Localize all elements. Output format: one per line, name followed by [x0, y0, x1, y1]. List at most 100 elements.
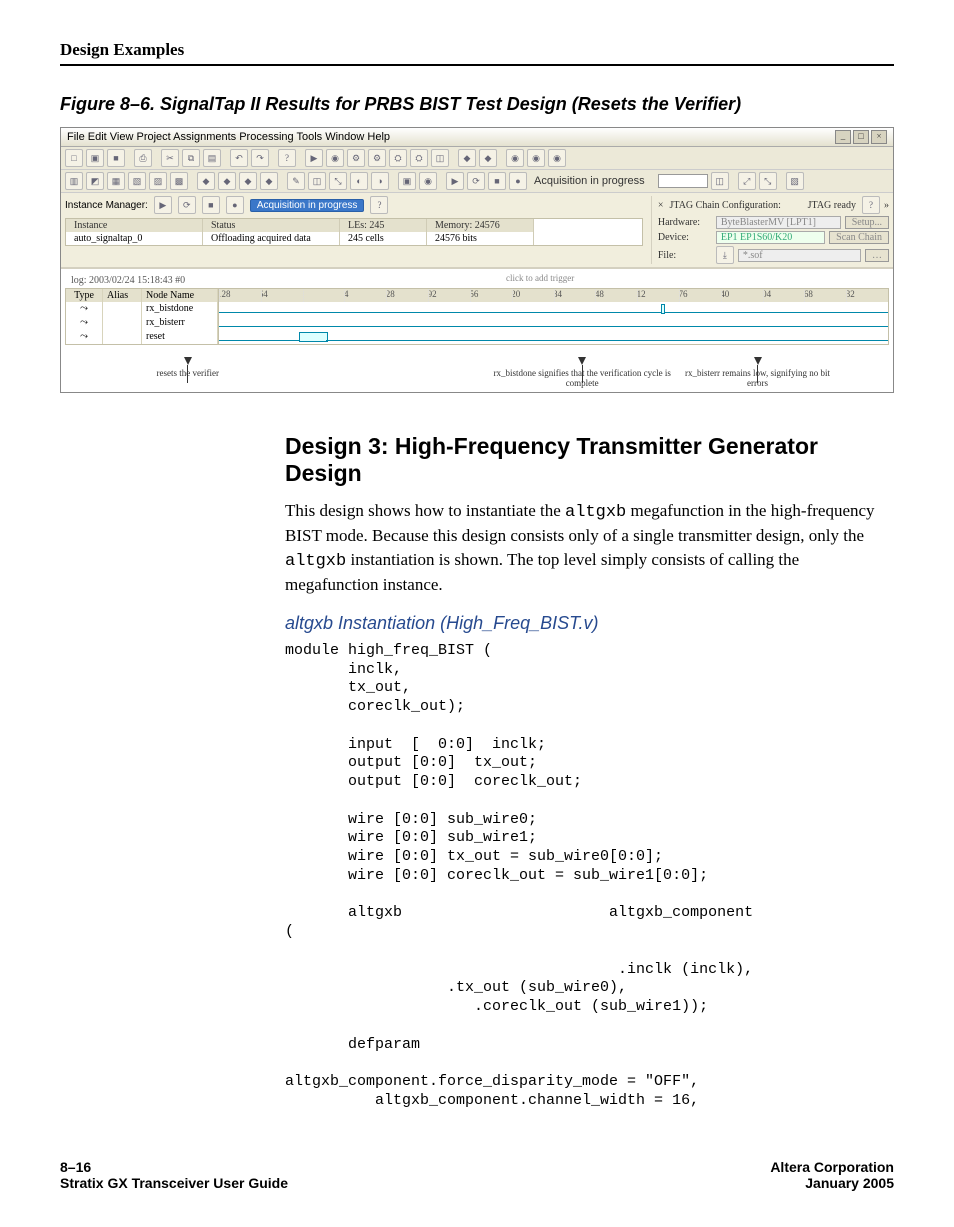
repeat-icon[interactable]: ⟳	[467, 172, 485, 190]
doc-date: January 2005	[770, 1175, 894, 1191]
tl2-h-icon[interactable]: ◆	[218, 172, 236, 190]
im-stop-icon[interactable]: ■	[202, 196, 220, 214]
im-rec-icon[interactable]: ●	[226, 196, 244, 214]
file-value[interactable]: *.sof	[738, 249, 861, 262]
tl2-b-icon[interactable]: ◩	[86, 172, 104, 190]
sig-name-reset[interactable]: reset	[142, 330, 218, 344]
tl2-e-icon[interactable]: ▨	[149, 172, 167, 190]
im-loop-icon[interactable]: ⟳	[178, 196, 196, 214]
para-text: This design shows how to instantiate the	[285, 501, 565, 520]
tl2-o-icon[interactable]: ◑	[371, 172, 389, 190]
stop-icon[interactable]: ■	[488, 172, 506, 190]
tick-label: 576	[679, 289, 688, 299]
jtag-collapse-icon[interactable]: »	[884, 200, 889, 211]
tick-label: -64	[261, 289, 268, 299]
instance-manager-label: Instance Manager:	[65, 200, 148, 211]
copy-icon[interactable]: ⧉	[182, 149, 200, 167]
tl2-k-icon[interactable]: ✎	[287, 172, 305, 190]
hw-setup-button[interactable]: Setup...	[845, 216, 889, 229]
jtag-help-icon[interactable]: ?	[862, 196, 880, 214]
sig-alias[interactable]	[103, 330, 142, 344]
new-file-icon[interactable]: □	[65, 149, 83, 167]
run-icon[interactable]: ▶	[305, 149, 323, 167]
log-timestamp: log: 2003/02/24 15:18:43 #0	[65, 273, 191, 288]
window-title-text: File Edit View Project Assignments Proce…	[67, 131, 835, 143]
tl2-g-icon[interactable]: ◆	[197, 172, 215, 190]
design3-paragraph: This design shows how to instantiate the…	[285, 499, 894, 597]
gear-alt-icon[interactable]: ⚙	[368, 149, 386, 167]
paste-icon[interactable]: ▤	[203, 149, 221, 167]
im-td-instance[interactable]: auto_signaltap_0	[66, 232, 203, 245]
im-play-icon[interactable]: ▶	[154, 196, 172, 214]
tl2-r-icon[interactable]: ◫	[711, 172, 729, 190]
tl2-t-icon[interactable]: ⤡	[759, 172, 777, 190]
tick-label: 192	[428, 289, 437, 299]
tick-label: 704	[763, 289, 772, 299]
im-help-icon[interactable]: ?	[370, 196, 388, 214]
company-name: Altera Corporation	[770, 1159, 894, 1175]
tl2-i-icon[interactable]: ◆	[239, 172, 257, 190]
code-subheading: altgxb Instantiation (High_Freq_BIST.v)	[285, 613, 894, 634]
hw-value[interactable]: ByteBlasterMV [LPT1]	[716, 216, 841, 229]
tool-b-icon[interactable]: ◆	[479, 149, 497, 167]
sig-type-icon: ⤳	[66, 302, 103, 316]
open-file-icon[interactable]: ▣	[86, 149, 104, 167]
file-icon[interactable]: ⤓	[716, 246, 734, 264]
jtag-panel-close-icon[interactable]: ×	[658, 200, 664, 211]
callouts: resets the verifier rx_bistdone signifie…	[65, 365, 889, 388]
tl2-l-icon[interactable]: ◫	[308, 172, 326, 190]
redo-icon[interactable]: ↷	[251, 149, 269, 167]
tl2-s-icon[interactable]: ⤢	[738, 172, 756, 190]
help-icon[interactable]: ?	[278, 149, 296, 167]
sig-alias[interactable]	[103, 316, 142, 330]
tl2-f-icon[interactable]: ▩	[170, 172, 188, 190]
instance-manager-panel: Instance Manager: ▶ ⟳ ■ ● Acquisition in…	[61, 193, 893, 268]
acq-progress-text: Acquisition in progress	[530, 175, 649, 187]
page-footer: 8–16 Stratix GX Transceiver User Guide A…	[60, 1159, 894, 1191]
chip-icon[interactable]: ◫	[431, 149, 449, 167]
sig-name-rx-bisterr[interactable]: rx_bisterr	[142, 316, 218, 330]
gear-icon[interactable]: ⚙	[347, 149, 365, 167]
verilog-code-block: module high_freq_BIST ( inclk, tx_out, c…	[285, 642, 894, 1111]
tl2-m-icon[interactable]: ⤡	[329, 172, 347, 190]
tick-label: 768	[804, 289, 813, 299]
hw-label: Hardware:	[658, 217, 712, 228]
tl2-a-icon[interactable]: ▥	[65, 172, 83, 190]
im-td-les: 245 cells	[340, 232, 427, 245]
tl2-c-icon[interactable]: ▦	[107, 172, 125, 190]
tl2-j-icon[interactable]: ◆	[260, 172, 278, 190]
print-icon[interactable]: ⎙	[134, 149, 152, 167]
window-titlebar: File Edit View Project Assignments Proce…	[61, 128, 893, 147]
build-icon[interactable]: ⛭	[389, 149, 407, 167]
tool-e-icon[interactable]: ◉	[548, 149, 566, 167]
cut-icon[interactable]: ✂	[161, 149, 179, 167]
add-trigger-hint[interactable]: click to add trigger	[191, 273, 889, 288]
tool-d-icon[interactable]: ◉	[527, 149, 545, 167]
window-minimize-icon[interactable]: _	[835, 130, 851, 144]
play-icon[interactable]: ▶	[446, 172, 464, 190]
tl2-u-icon[interactable]: ▧	[786, 172, 804, 190]
sig-alias[interactable]	[103, 302, 142, 316]
callout-bisterr: rx_bisterr remains low, signifying no bi…	[679, 368, 837, 388]
tick-label: 320	[512, 289, 521, 299]
tool-a-icon[interactable]: ◆	[458, 149, 476, 167]
record-icon[interactable]: ●	[509, 172, 527, 190]
tl2-d-icon[interactable]: ▧	[128, 172, 146, 190]
stop-red-icon[interactable]: ◉	[326, 149, 344, 167]
small-dropdown[interactable]	[658, 174, 708, 188]
tl2-n-icon[interactable]: ◐	[350, 172, 368, 190]
undo-icon[interactable]: ↶	[230, 149, 248, 167]
tl2-p-icon[interactable]: ▣	[398, 172, 416, 190]
build2-icon[interactable]: ⛭	[410, 149, 428, 167]
sig-name-rx-bistdone[interactable]: rx_bistdone	[142, 302, 218, 316]
tool-c-icon[interactable]: ◉	[506, 149, 524, 167]
window-maximize-icon[interactable]: □	[853, 130, 869, 144]
wave-reset	[219, 330, 888, 344]
file-browse-button[interactable]: …	[865, 249, 889, 262]
tl2-q-icon[interactable]: ◉	[419, 172, 437, 190]
im-status-pill: Acquisition in progress	[250, 199, 365, 212]
scan-chain-button[interactable]: Scan Chain	[829, 231, 889, 244]
window-close-icon[interactable]: ×	[871, 130, 887, 144]
save-file-icon[interactable]: ■	[107, 149, 125, 167]
device-value[interactable]: EP1 EP1S60/K20	[716, 231, 825, 244]
